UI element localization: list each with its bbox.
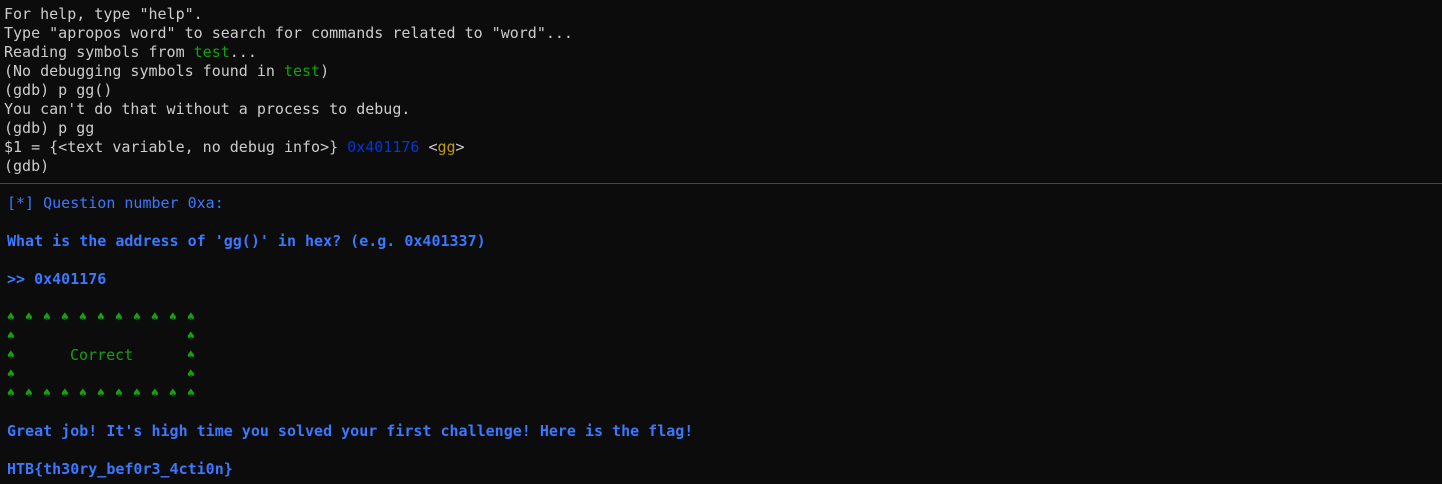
spade-icon: ♠ (115, 310, 123, 325)
gdb-address: 0x401176 (347, 138, 420, 156)
spade-icon: ♠ (25, 310, 33, 325)
gdb-apropos-line: Type "apropos word" to search for comman… (4, 24, 573, 42)
gdb-result-line: $1 = {<text variable, no debug info>} 0x… (4, 138, 465, 156)
challenge-terminal-pane[interactable]: [*] Question number 0xa: What is the add… (0, 184, 1442, 484)
spade-icon: ♠ (187, 329, 195, 344)
box-side-row: ♠ ♠ (7, 327, 207, 346)
spade-icon: ♠ (187, 367, 195, 382)
spade-icon: ♠ (97, 386, 105, 401)
spade-icon: ♠ (43, 310, 51, 325)
spade-icon: ♠ (7, 386, 15, 401)
spade-icon: ♠ (187, 348, 195, 363)
spade-icon: ♠ (79, 386, 87, 401)
correct-result-box: ♠ ♠ ♠ ♠ ♠ ♠ ♠ ♠ ♠ ♠ ♠ ♠ ♠ Correct ♠ ♠ ♠ ♠ ♠ ♠ ♠ ♠ ♠ ♠ ♠ ♠ ♠ ♠ ♠ (7, 308, 1442, 403)
gdb-command-line: (gdb) p gg (4, 119, 95, 137)
gdb-error-line: You can't do that without a process to d… (4, 100, 411, 118)
gdb-reading-symbols-line: Reading symbols from test... (4, 43, 257, 61)
spade-icon: ♠ (7, 329, 15, 344)
gdb-prompt[interactable]: (gdb) (4, 157, 1442, 176)
gdb-filename: test (193, 43, 230, 61)
spade-icon: ♠ (7, 367, 15, 382)
spade-icon: ♠ (151, 386, 159, 401)
spade-icon: ♠ (169, 310, 177, 325)
spade-icon: ♠ (25, 386, 33, 401)
gdb-symbol: gg (437, 138, 456, 156)
spade-icon: ♠ (43, 386, 51, 401)
spade-icon: ♠ (61, 386, 69, 401)
correct-label: Correct (70, 346, 134, 364)
box-label-row: Correct ♠ ♠ (7, 346, 207, 365)
spade-icon: ♠ (169, 386, 177, 401)
box-bottom-border: ♠ ♠ ♠ ♠ ♠ ♠ ♠ ♠ ♠ ♠ ♠ (7, 384, 207, 403)
gdb-command-line: (gdb) p gg() (4, 81, 113, 99)
spade-icon: ♠ (187, 386, 195, 401)
answer-input-line[interactable]: >> 0x401176 (7, 270, 1442, 289)
question-header: [*] Question number 0xa: (7, 194, 224, 212)
box-top-border: ♠ ♠ ♠ ♠ ♠ ♠ ♠ ♠ ♠ ♠ ♠ (7, 308, 207, 327)
spade-icon: ♠ (7, 310, 15, 325)
spade-icon: ♠ (61, 310, 69, 325)
spade-icon: ♠ (97, 310, 105, 325)
gdb-help-line: For help, type "help". (4, 5, 203, 23)
spade-icon: ♠ (79, 310, 87, 325)
gdb-filename: test (283, 62, 321, 80)
gdb-terminal-pane[interactable]: For help, type "help". Type "apropos wor… (0, 0, 1442, 183)
spade-icon: ♠ (151, 310, 159, 325)
question-text: What is the address of 'gg()' in hex? (e… (7, 232, 486, 250)
box-side-row: ♠ ♠ (7, 365, 207, 384)
gdb-no-symbols-line: (No debugging symbols found in test) (4, 62, 330, 80)
spade-icon: ♠ (133, 386, 141, 401)
flag-text[interactable]: HTB{th30ry_bef0r3_4cti0n} (7, 460, 1442, 479)
success-message: Great job! It's high time you solved you… (7, 422, 694, 440)
spade-icon: ♠ (133, 310, 141, 325)
spade-icon: ♠ (115, 386, 123, 401)
spade-icon: ♠ (7, 348, 15, 363)
spade-icon: ♠ (187, 310, 195, 325)
